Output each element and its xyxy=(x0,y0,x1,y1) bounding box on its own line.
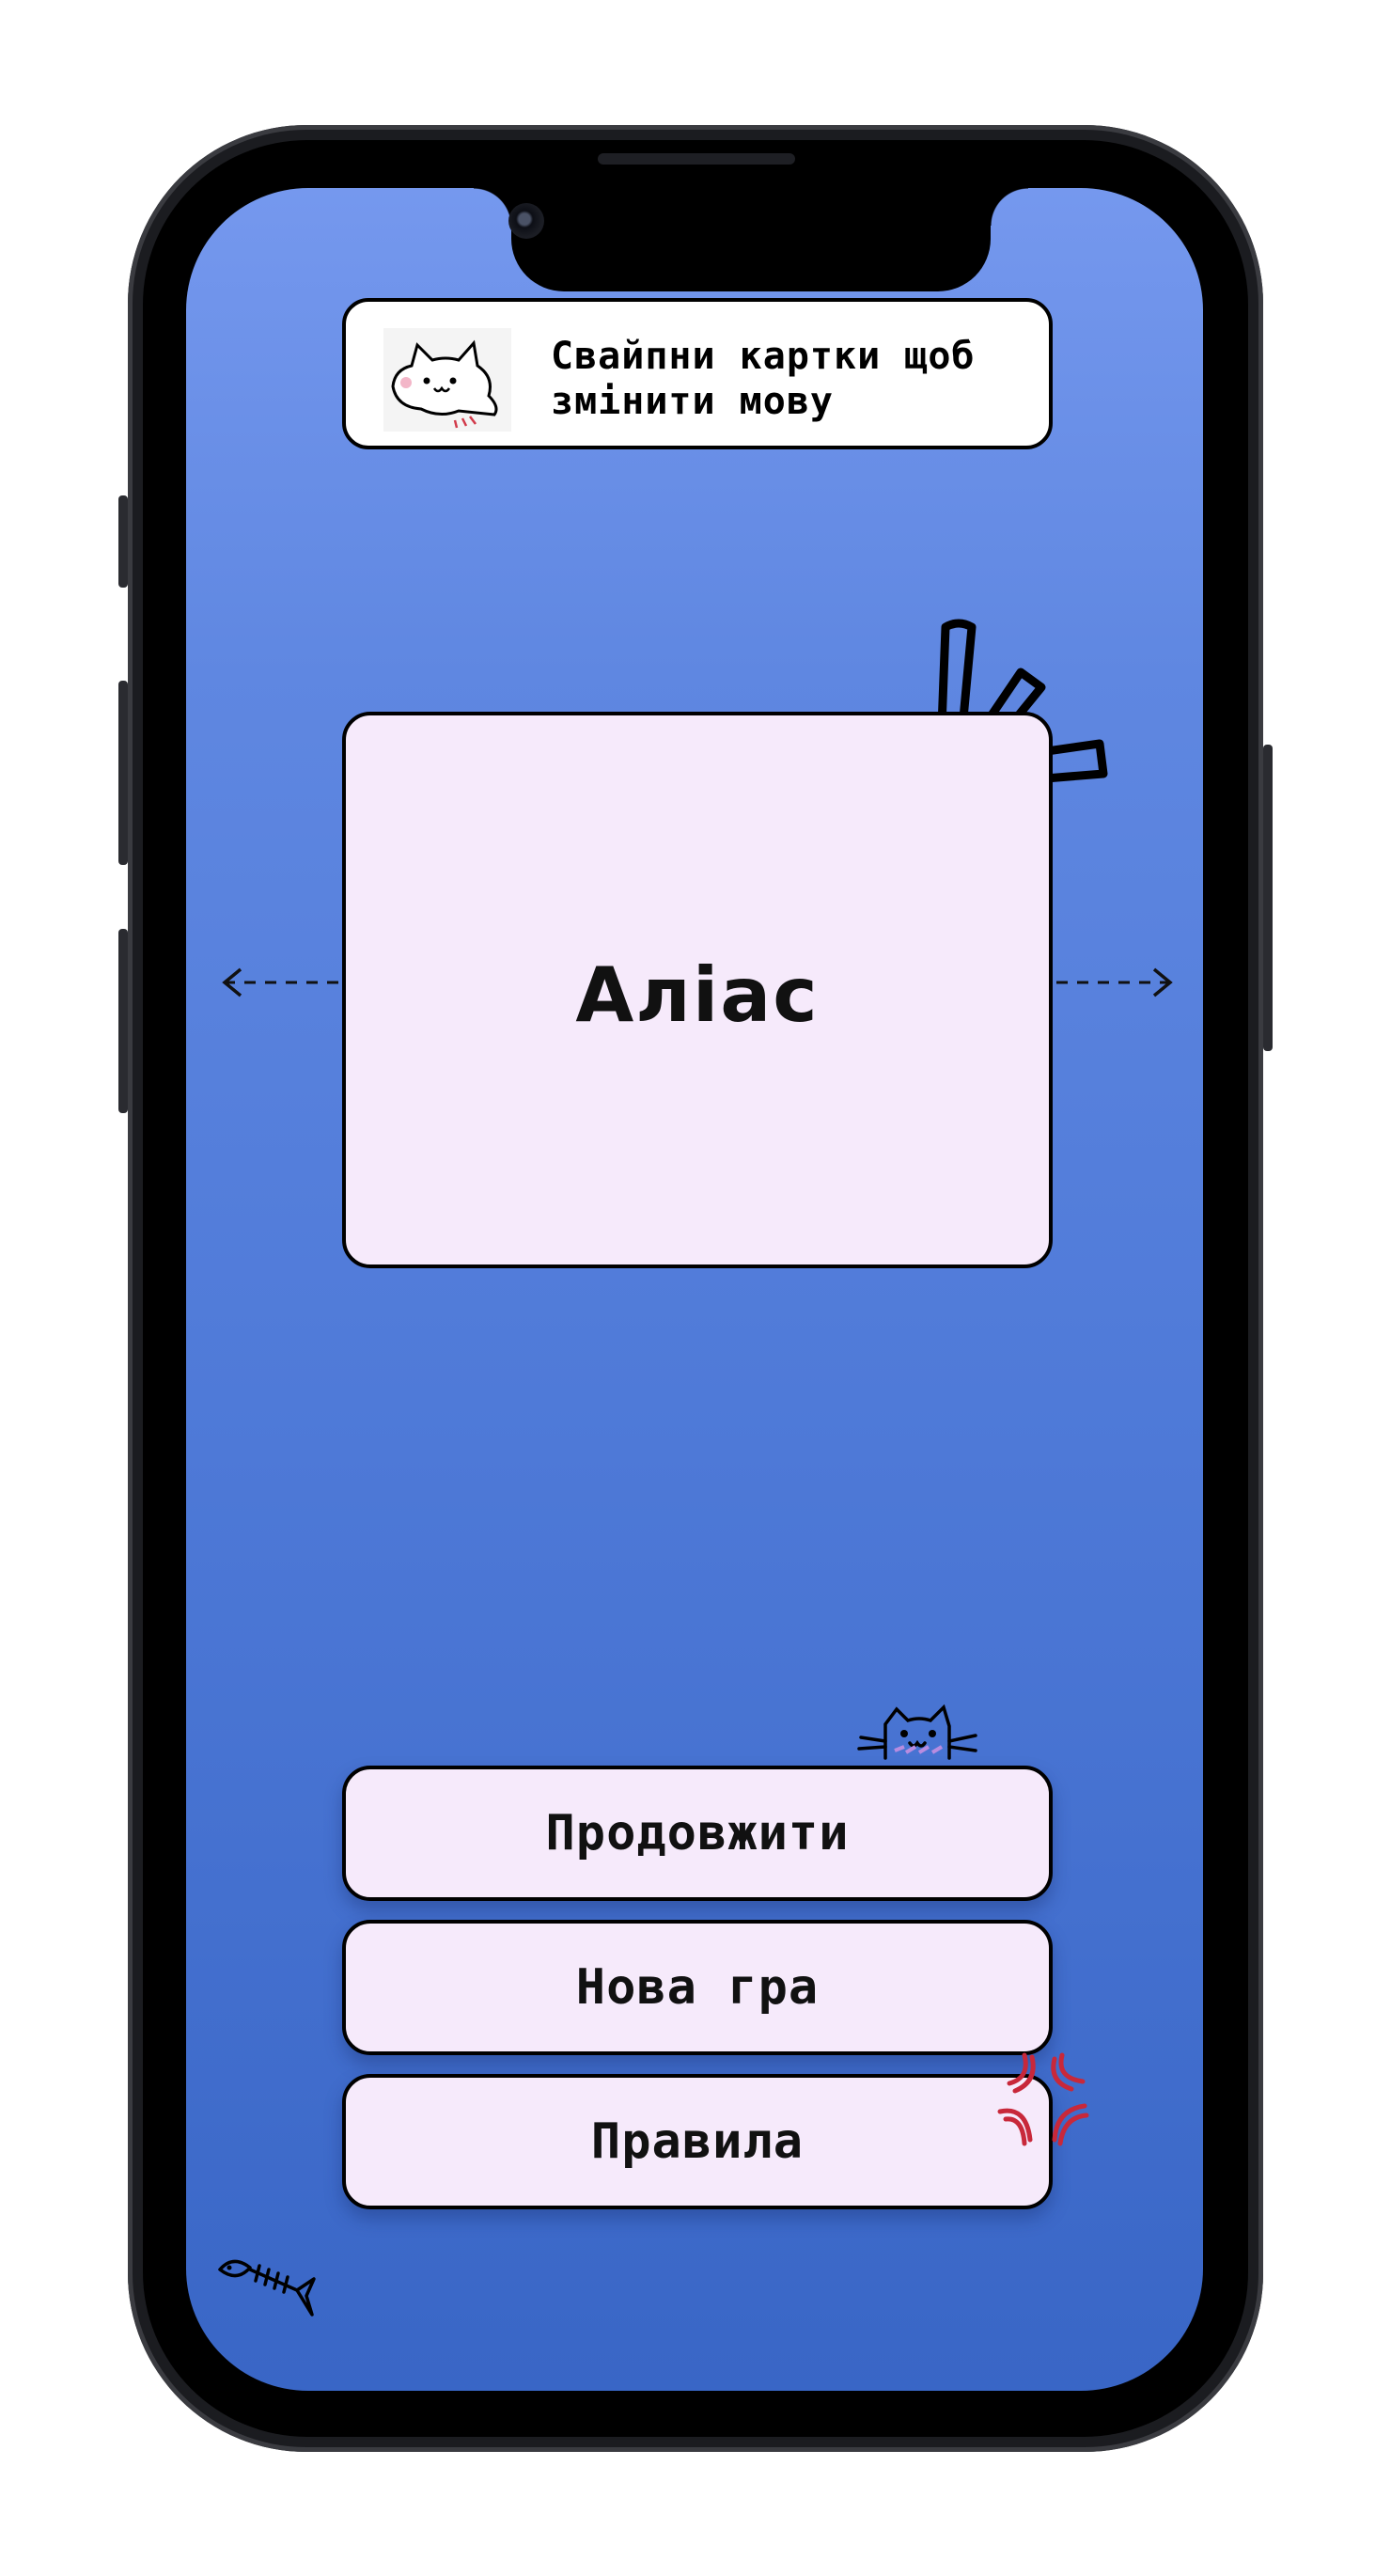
swipe-hint-line-2: змінити мову xyxy=(551,380,834,423)
swipe-left-arrow-icon[interactable] xyxy=(222,964,342,1001)
volume-down-button xyxy=(118,929,128,1113)
anger-mark-icon xyxy=(997,2052,1089,2146)
game-title: Аліас xyxy=(575,950,820,1039)
peeking-cat-icon xyxy=(857,1704,977,1760)
rules-button[interactable]: Правила xyxy=(342,2074,1053,2209)
swipe-hint-banner: Свайпни картки щоб змінити мову xyxy=(342,298,1053,449)
camera xyxy=(508,203,544,239)
cat-icon xyxy=(383,328,511,432)
power-button xyxy=(1263,745,1273,1051)
notch xyxy=(474,188,1028,291)
new-game-button[interactable]: Нова гра xyxy=(342,1920,1053,2055)
continue-button[interactable]: Продовжити xyxy=(342,1766,1053,1901)
volume-up-button xyxy=(118,681,128,865)
fish-bone-icon xyxy=(218,2259,316,2317)
swipe-right-arrow-icon[interactable] xyxy=(1053,964,1173,1001)
swipe-hint-text: Свайпни картки щоб змінити мову xyxy=(551,334,1039,424)
language-card[interactable]: Аліас xyxy=(342,712,1053,1268)
swipe-hint-line-1: Свайпни картки щоб xyxy=(551,335,976,378)
silent-switch xyxy=(118,495,128,588)
speaker xyxy=(598,153,795,165)
